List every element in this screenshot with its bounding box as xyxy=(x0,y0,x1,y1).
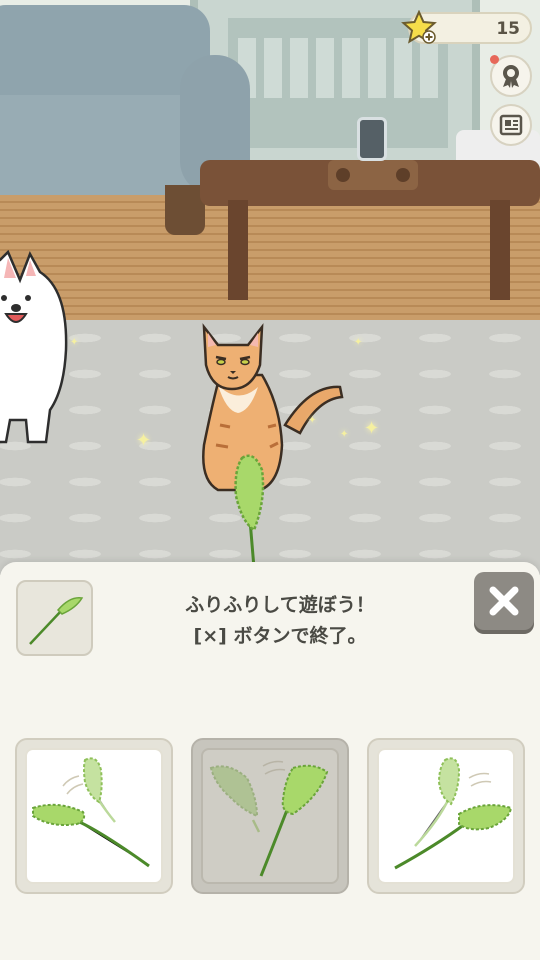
current-toy-slot xyxy=(16,580,93,656)
instruction-line-1: ふりふりして遊ぼう！ xyxy=(185,594,375,616)
news-button[interactable] xyxy=(490,104,532,146)
swing-up-icon xyxy=(209,760,329,877)
star-count-value: 15 xyxy=(496,19,520,39)
newspaper-icon xyxy=(499,114,523,136)
sparkle: ✦ xyxy=(340,429,349,440)
motion-option-swing-right[interactable] xyxy=(367,738,525,894)
motion-option-swing-left[interactable] xyxy=(15,738,173,894)
ribbon-badge-icon xyxy=(503,65,519,88)
close-x-icon xyxy=(489,586,519,616)
swing-down-right-icon xyxy=(394,757,513,870)
notification-dot xyxy=(490,55,499,64)
speaker xyxy=(328,160,418,190)
sparkle: ✦ xyxy=(364,418,380,439)
sparkle: ✦ xyxy=(354,337,363,348)
play-scene[interactable]: ✦ ✦ ✦ ✦ ✦ ✦ xyxy=(0,0,540,575)
sparkle: ✦ xyxy=(136,430,152,451)
smartphone xyxy=(357,117,387,161)
foxtail-toy-icon xyxy=(29,597,84,645)
close-button[interactable] xyxy=(474,572,534,630)
wood-floor xyxy=(0,195,540,335)
sparkle: ✦ xyxy=(308,415,317,426)
star-plus-icon[interactable] xyxy=(401,10,439,46)
instruction-text: ふりふりして遊ぼう！ [×] ボタンで終了。 xyxy=(140,590,420,652)
sparkle: ✦ xyxy=(70,337,79,348)
samoyed-dog[interactable] xyxy=(0,250,76,450)
motion-option-swing-up[interactable] xyxy=(191,738,349,894)
foxtail-wand-toy[interactable] xyxy=(220,450,280,570)
instruction-line-2: [×] ボタンで終了。 xyxy=(193,625,367,647)
swing-down-left-icon xyxy=(32,757,150,868)
